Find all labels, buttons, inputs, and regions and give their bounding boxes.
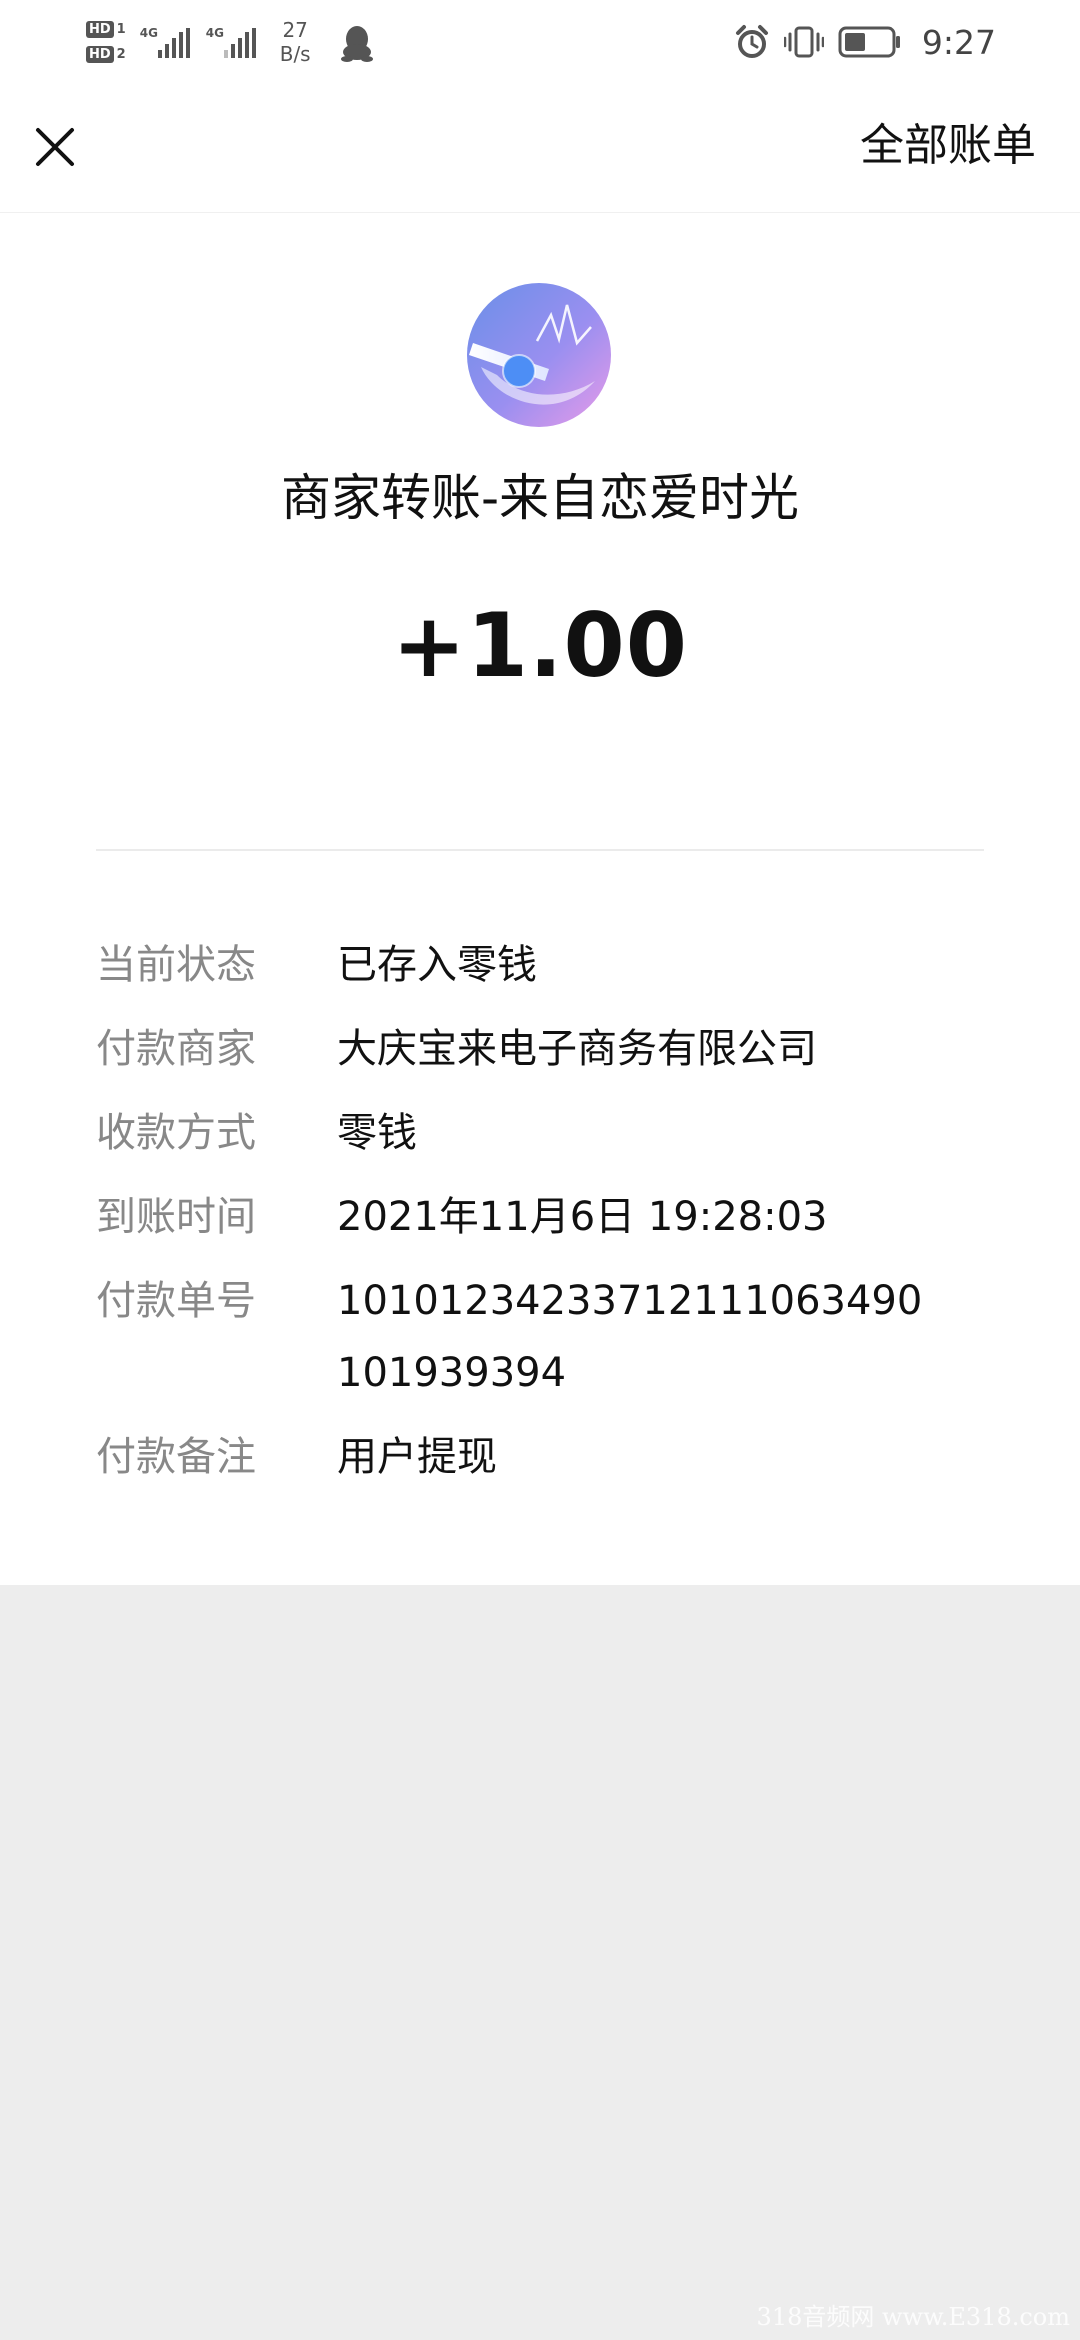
transaction-card: 商家转账-来自恋爱时光 +1.00 当前状态 已存入零钱 付款商家 大庆宝来电子…: [0, 213, 1080, 1585]
qq-icon: [340, 26, 373, 62]
battery-icon: [838, 26, 900, 58]
battery-level-fill: [844, 33, 865, 51]
detail-label: 收款方式: [96, 1110, 256, 1156]
alarm-icon: [735, 25, 768, 58]
sim-number: 1: [116, 22, 126, 37]
detail-label: 付款商家: [96, 1026, 256, 1072]
close-button[interactable]: [22, 114, 88, 180]
divider: [96, 849, 984, 851]
detail-row-merchant: 付款商家 大庆宝来电子商务有限公司: [96, 1013, 996, 1085]
close-icon: [36, 128, 74, 166]
detail-label: 付款单号: [96, 1278, 256, 1324]
detail-value: 零钱: [337, 1110, 417, 1156]
nav-bar: 全部账单: [0, 82, 1080, 213]
detail-row-status: 当前状态 已存入零钱: [96, 929, 996, 1001]
detail-label: 当前状态: [96, 942, 256, 988]
app-root: HD 1 HD 2 4G 4G 27 B/s 9:27 全部账单 商家转账-来自…: [0, 0, 1080, 2340]
detail-value: 用户提现: [337, 1434, 497, 1480]
status-time: 9:27: [921, 22, 996, 62]
detail-value: 2021年11月6日 19:28:03: [337, 1194, 828, 1240]
network-speed-value: 27: [282, 18, 308, 42]
detail-value: 大庆宝来电子商务有限公司: [337, 1026, 817, 1072]
transaction-details: 当前状态 已存入零钱 付款商家 大庆宝来电子商务有限公司 收款方式 零钱 到账时…: [96, 929, 996, 1505]
status-bar-left: HD 1 HD 2 4G 4G 27 B/s: [86, 12, 373, 72]
detail-row-time: 到账时间 2021年11月6日 19:28:03: [96, 1181, 996, 1253]
watermark: 318音频网 www.E318.com: [756, 2303, 1070, 2331]
sim-indicators: HD 1 HD 2: [86, 21, 126, 63]
detail-label: 付款备注: [96, 1434, 256, 1480]
network-speed-unit: B/s: [279, 42, 311, 66]
status-bar: HD 1 HD 2 4G 4G 27 B/s 9:27: [0, 0, 1080, 82]
network-speed: 27 B/s: [280, 18, 311, 66]
app-logo: [467, 283, 611, 427]
signal-strength-icon: [223, 28, 256, 58]
transaction-title: 商家转账-来自恋爱时光: [280, 469, 800, 527]
sim1-indicator: HD 1: [86, 21, 126, 38]
hd-badge: HD: [86, 21, 114, 38]
sim-number: 2: [116, 47, 126, 62]
detail-row-method: 收款方式 零钱: [96, 1097, 996, 1169]
sim2-indicator: HD 2: [86, 46, 126, 63]
signal-strength-icon: [157, 28, 190, 58]
detail-label: 到账时间: [96, 1194, 256, 1240]
detail-row-order-number: 付款单号 10101234233712111063490101939394: [96, 1265, 996, 1409]
signal-group-1: 4G: [140, 22, 194, 62]
vibrate-icon: [783, 26, 824, 58]
hd-badge: HD: [86, 46, 114, 63]
detail-value: 10101234233712111063490101939394: [337, 1278, 923, 1396]
transaction-amount: +1.00: [392, 594, 688, 697]
status-bar-right: 9:27: [734, 14, 996, 70]
signal-group-2: 4G: [206, 22, 260, 62]
detail-row-remark: 付款备注 用户提现: [96, 1421, 996, 1493]
detail-value: 已存入零钱: [337, 942, 537, 988]
all-bills-button[interactable]: 全部账单: [860, 116, 1036, 176]
